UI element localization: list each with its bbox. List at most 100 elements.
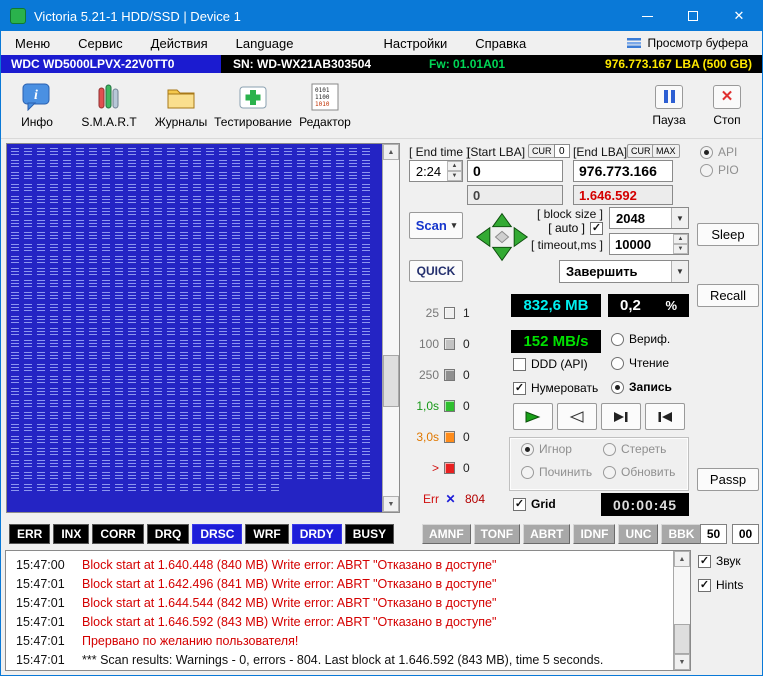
sleep-button[interactable]: Sleep (697, 223, 759, 246)
block-size-dropdown[interactable]: 2048 ▼ (609, 207, 689, 229)
maximize-button[interactable] (670, 1, 716, 31)
status-register[interactable]: DRSC (192, 524, 242, 544)
status-register[interactable]: WRF (245, 524, 288, 544)
log-scroll-track[interactable] (674, 567, 690, 654)
log-line[interactable]: 15:47:01 *** Scan results: Warnings - 0,… (6, 650, 673, 669)
log-line[interactable]: 15:47:01 Block start at 1.646.592 (843 M… (6, 612, 673, 631)
finish-action-dropdown[interactable]: Завершить ▼ (559, 260, 689, 283)
error-flag[interactable]: AMNF (422, 524, 471, 544)
status-register[interactable]: DRQ (147, 524, 190, 544)
numerate-checkbox[interactable]: ✓ Нумеровать (513, 381, 598, 395)
info-button[interactable]: i Инфо (1, 75, 73, 137)
close-button[interactable]: ✕ (716, 1, 762, 31)
status-register[interactable]: ERR (9, 524, 50, 544)
scroll-up-icon[interactable]: ▲ (674, 551, 690, 567)
error-flag[interactable]: UNC (618, 524, 658, 544)
status-register[interactable]: INX (53, 524, 89, 544)
hints-label: Hints (716, 578, 743, 592)
scan-block (126, 350, 139, 362)
play-button[interactable] (513, 403, 553, 430)
skip-forward-button[interactable] (601, 403, 641, 430)
log-line[interactable]: 15:47:01 Block start at 1.642.496 (841 M… (6, 574, 673, 593)
end-lba-cur-button[interactable]: CUR (627, 144, 655, 158)
map-scroll-track[interactable] (383, 160, 399, 496)
scan-block (61, 446, 74, 458)
status-register[interactable]: DRDY (292, 524, 342, 544)
sound-checkbox[interactable]: ✓ Звук (698, 554, 741, 568)
test-button[interactable]: Тестирование (217, 75, 289, 137)
end-lba-max-button[interactable]: MAX (652, 144, 680, 158)
menu-item[interactable]: Справка (461, 31, 540, 55)
start-lba-input[interactable]: 0 (467, 160, 563, 182)
spin-down-icon[interactable]: ▼ (673, 244, 688, 254)
scroll-down-icon[interactable]: ▼ (674, 654, 690, 670)
menu-item[interactable]: Сервис (64, 31, 137, 55)
api-radio[interactable]: API (700, 145, 737, 159)
menu-item[interactable]: Настройки (369, 31, 461, 55)
quick-button[interactable]: QUICK (409, 260, 463, 282)
timeout-value[interactable]: 10000 (610, 234, 673, 254)
map-scrollbar[interactable]: ▲ ▼ (382, 144, 399, 512)
skip-to-end-button[interactable] (645, 403, 685, 430)
start-lba-cur-button[interactable]: CUR (528, 144, 556, 158)
scan-block (243, 302, 256, 314)
end-time-spinner[interactable]: 2:24 ▲ ▼ (409, 160, 463, 182)
spin-up-icon[interactable]: ▲ (673, 234, 688, 244)
verify-radio[interactable]: Вериф. (611, 332, 670, 346)
ddd-api-checkbox[interactable]: ✓ DDD (API) (513, 357, 588, 371)
status-register[interactable]: CORR (92, 524, 143, 544)
error-flag[interactable]: TONF (474, 524, 520, 544)
smart-button[interactable]: S.M.A.R.T (73, 75, 145, 137)
spin-up-icon[interactable]: ▲ (447, 161, 462, 171)
pio-radio[interactable]: PIO (700, 163, 739, 177)
scan-button[interactable]: Scan ▾ (409, 212, 463, 239)
device-model[interactable]: WDC WD5000LPVX-22V0TT0 (1, 55, 221, 73)
status-register[interactable]: BUSY (345, 524, 394, 544)
auto-checkbox[interactable]: [ auto ] ✓ (529, 221, 603, 235)
menu-item[interactable]: Language (222, 31, 308, 55)
log-line[interactable]: 15:47:00 Block start at 1.640.448 (840 M… (6, 555, 673, 574)
repair-radio[interactable]: Починить (521, 465, 592, 479)
scroll-down-icon[interactable]: ▼ (383, 496, 399, 512)
stop-button[interactable]: ✕ Стоп (698, 75, 756, 137)
erase-radio[interactable]: Стереть (603, 442, 666, 456)
read-radio[interactable]: Чтение (611, 356, 669, 370)
passp-button[interactable]: Passp (697, 468, 759, 491)
hints-checkbox[interactable]: ✓ Hints (698, 578, 743, 592)
buffer-view-button[interactable]: Просмотр буфера (627, 31, 762, 55)
dropdown-arrow-icon[interactable]: ▼ (671, 208, 688, 228)
pause-button[interactable]: Пауза (640, 75, 698, 137)
menu-item[interactable]: Действия (137, 31, 222, 55)
ignore-radio[interactable]: Игнор (521, 442, 572, 456)
editor-button[interactable]: 0101 1100 1010 Редактор (289, 75, 361, 137)
menu-item[interactable]: Меню (1, 31, 64, 55)
spin-down-icon[interactable]: ▼ (447, 171, 462, 181)
refresh-radio[interactable]: Обновить (603, 465, 675, 479)
map-scroll-thumb[interactable] (383, 355, 399, 407)
error-flag[interactable]: IDNF (573, 524, 615, 544)
logs-button[interactable]: Журналы (145, 75, 217, 137)
scan-block (230, 266, 243, 278)
end-time-value[interactable]: 2:24 (410, 161, 447, 181)
log-line[interactable]: 15:47:01 Block start at 1.644.544 (842 M… (6, 593, 673, 612)
navigate-diamond[interactable] (473, 208, 531, 266)
scan-block (100, 338, 113, 350)
scroll-up-icon[interactable]: ▲ (383, 144, 399, 160)
log-scrollbar[interactable]: ▲ ▼ (673, 551, 690, 670)
timeout-spin-buttons[interactable]: ▲ ▼ (673, 234, 688, 254)
log-line[interactable]: 15:47:01 Прервано по желанию пользовател… (6, 631, 673, 650)
error-flag[interactable]: BBK (661, 524, 701, 544)
error-flag[interactable]: ABRT (523, 524, 570, 544)
svg-text:0101: 0101 (315, 87, 330, 94)
end-lba-input[interactable]: 976.773.166 (573, 160, 673, 182)
write-radio[interactable]: Запись (611, 380, 672, 394)
recall-button[interactable]: Recall (697, 284, 759, 307)
log-scroll-thumb[interactable] (674, 624, 690, 654)
step-back-button[interactable] (557, 403, 597, 430)
end-time-spin-buttons[interactable]: ▲ ▼ (447, 161, 462, 181)
grid-checkbox[interactable]: ✓ Grid (513, 497, 556, 511)
timeout-spinner[interactable]: 10000 ▲ ▼ (609, 233, 689, 255)
minimize-button[interactable] (624, 1, 670, 31)
scan-block (165, 302, 178, 314)
dropdown-arrow-icon[interactable]: ▼ (671, 261, 688, 282)
